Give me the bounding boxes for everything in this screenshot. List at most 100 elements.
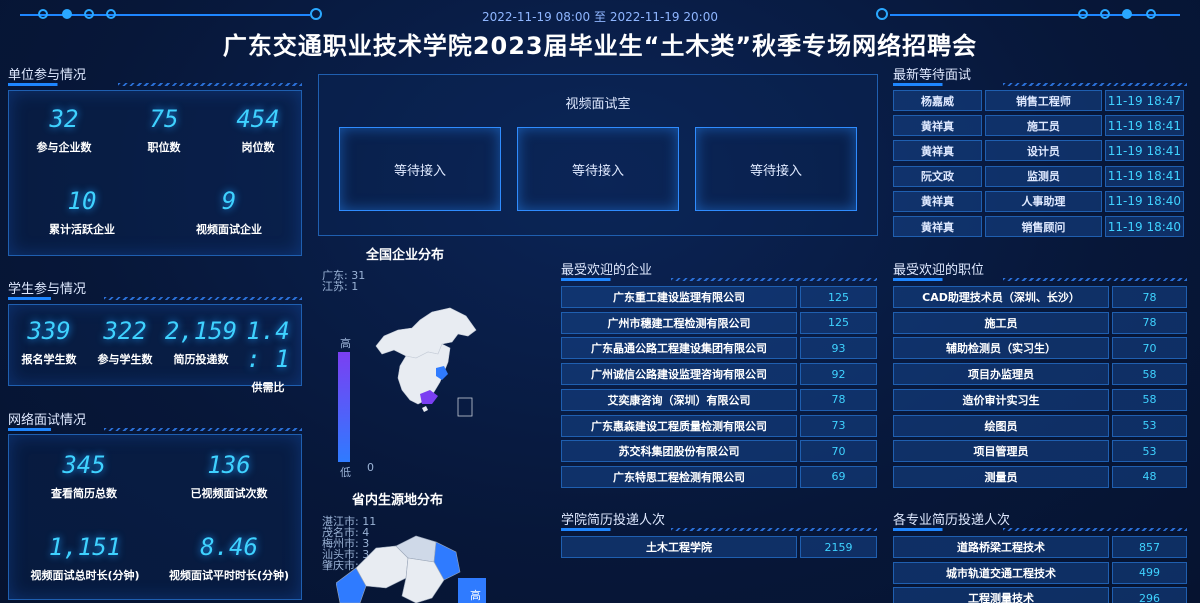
- national-map-title: 全国企业分布: [366, 248, 445, 263]
- waiting-row[interactable]: 杨嘉威 销售工程师 11-19 18:47: [893, 90, 1187, 111]
- company-row[interactable]: 广东重工建设监理有限公司 125: [561, 286, 877, 308]
- stat-video-companies: 9 视频面试企业: [196, 187, 262, 236]
- position-row-value: 48: [1112, 465, 1187, 488]
- position-row-name: 造价审计实习生: [893, 388, 1109, 411]
- company-row-value: 70: [800, 440, 877, 463]
- company-row-value: 93: [800, 337, 877, 360]
- company-row-name: 广州市穗建工程检测有限公司: [561, 311, 797, 334]
- major-row-name: 工程测量技术: [893, 587, 1109, 603]
- position-row[interactable]: 项目管理员 53: [893, 440, 1187, 463]
- company-row-value: 73: [800, 414, 877, 437]
- national-map-scale: [338, 352, 350, 462]
- scale-low-label: 低: [340, 466, 351, 479]
- stat-registered-students: 339 报名学生数: [21, 317, 77, 366]
- waiting-time: 11-19 18:41: [1104, 140, 1184, 162]
- position-row-value: 58: [1112, 363, 1187, 386]
- major-row[interactable]: 工程测量技术 296: [893, 587, 1187, 603]
- waiting-position: 设计员: [985, 140, 1102, 162]
- major-row[interactable]: 道路桥梁工程技术 857: [893, 536, 1187, 558]
- province-map-title: 省内生源地分布: [352, 493, 444, 508]
- video-slot-status: 等待接入: [393, 163, 446, 179]
- video-slot[interactable]: 等待接入: [695, 127, 857, 211]
- company-row-name: 广东惠森建设工程质量检测有限公司: [561, 414, 797, 437]
- company-row-name: 广东晶通公路工程建设集团有限公司: [561, 337, 797, 360]
- position-row[interactable]: 施工员 78: [893, 311, 1187, 334]
- waiting-name: 黄祥真: [893, 190, 983, 212]
- company-section-heading: 单位参与情况: [8, 64, 302, 86]
- popular-companies-heading: 最受欢迎的企业: [561, 259, 877, 281]
- company-row[interactable]: 广东惠森建设工程质量检测有限公司 73: [561, 414, 877, 437]
- waiting-time: 11-19 18:40: [1104, 216, 1184, 237]
- position-row[interactable]: 项目办监理员 58: [893, 363, 1187, 386]
- position-row-name: 项目管理员: [893, 440, 1109, 463]
- position-row-name: 项目办监理员: [893, 363, 1109, 386]
- scale-high-label: 高: [340, 337, 351, 350]
- waiting-name: 杨嘉威: [893, 90, 983, 111]
- waiting-row[interactable]: 阮文政 监测员 11-19 18:41: [893, 165, 1187, 187]
- waiting-position: 销售工程师: [985, 90, 1102, 111]
- waiting-name: 黄祥真: [893, 115, 983, 137]
- company-row-name: 广东特思工程检测有限公司: [561, 465, 797, 488]
- position-row-value: 53: [1112, 440, 1187, 463]
- waiting-row[interactable]: 黄祥真 设计员 11-19 18:41: [893, 140, 1187, 162]
- company-row[interactable]: 广东晶通公路工程建设集团有限公司 93: [561, 337, 877, 360]
- video-interview-room: 视频面试室 等待接入 等待接入 等待接入: [318, 74, 878, 236]
- company-row[interactable]: 广州市穗建工程检测有限公司 125: [561, 311, 877, 334]
- company-row-value: 69: [800, 465, 877, 488]
- major-row[interactable]: 城市轨道交通工程技术 499: [893, 561, 1187, 584]
- waiting-name: 黄祥真: [893, 216, 983, 237]
- waiting-time: 11-19 18:40: [1104, 190, 1184, 212]
- company-row-value: 78: [800, 388, 877, 411]
- waiting-time: 11-19 18:41: [1104, 165, 1184, 187]
- position-row-value: 53: [1112, 414, 1187, 437]
- waiting-row[interactable]: 黄祥真 施工员 11-19 18:41: [893, 115, 1187, 137]
- position-row[interactable]: CAD助理技术员（深圳、长沙） 78: [893, 286, 1187, 308]
- position-row[interactable]: 造价审计实习生 58: [893, 388, 1187, 411]
- position-row-value: 70: [1112, 337, 1187, 360]
- position-row[interactable]: 辅助检测员（实习生） 70: [893, 337, 1187, 360]
- waiting-time: 11-19 18:41: [1104, 115, 1184, 137]
- event-date-range: 2022-11-19 08:00 至 2022-11-19 20:00: [482, 10, 718, 24]
- position-row-value: 78: [1112, 311, 1187, 334]
- position-row[interactable]: 测量员 48: [893, 465, 1187, 488]
- position-row-name: CAD助理技术员（深圳、长沙）: [893, 286, 1109, 308]
- stat-video-interviews: 136 已视频面试次数: [190, 451, 268, 500]
- position-row-name: 测量员: [893, 465, 1109, 488]
- waiting-row[interactable]: 黄祥真 人事助理 11-19 18:40: [893, 190, 1187, 212]
- stat-total-interview-minutes: 1,151 视频面试总时长(分钟): [30, 533, 140, 582]
- stat-participating-students: 322 参与学生数: [97, 317, 153, 366]
- waiting-position: 施工员: [985, 115, 1102, 137]
- position-row[interactable]: 绘图员 53: [893, 414, 1187, 437]
- stat-post-count: 454 岗位数: [236, 105, 280, 154]
- waiting-name: 阮文政: [893, 165, 983, 187]
- company-row[interactable]: 艾奕康咨询（深圳）有限公司 78: [561, 388, 877, 411]
- stat-supply-demand-ratio: 1.4 : 1 供需比: [246, 317, 290, 394]
- video-room-title: 视频面试室: [565, 97, 631, 112]
- waiting-position: 销售顾问: [985, 216, 1102, 237]
- video-slot-status: 等待接入: [749, 163, 802, 179]
- company-row[interactable]: 广东特思工程检测有限公司 69: [561, 465, 877, 488]
- position-row-name: 绘图员: [893, 414, 1109, 437]
- position-row-value: 58: [1112, 388, 1187, 411]
- company-row[interactable]: 广州诚信公路建设监理咨询有限公司 92: [561, 363, 877, 386]
- company-row-name: 广州诚信公路建设监理咨询有限公司: [561, 363, 797, 386]
- video-slot[interactable]: 等待接入: [339, 127, 501, 211]
- waiting-time: 11-19 18:47: [1104, 90, 1184, 111]
- video-slot[interactable]: 等待接入: [517, 127, 679, 211]
- province-scale-high: 高: [470, 589, 481, 602]
- college-resume-row: 土木工程学院 2159: [561, 536, 877, 558]
- company-stats-panel: 32 参与企业数 75 职位数 454 岗位数 10 累计活跃企业 9 视频面试企业: [8, 90, 302, 256]
- company-row-name: 艾奕康咨询（深圳）有限公司: [561, 388, 797, 411]
- company-row-name: 苏交科集团股份有限公司: [561, 440, 797, 463]
- waiting-heading: 最新等待面试: [893, 64, 1187, 86]
- major-row-name: 道路桥梁工程技术: [893, 536, 1109, 558]
- guangdong-map: [336, 535, 486, 603]
- company-row-value: 125: [800, 286, 877, 308]
- student-stats-panel: 339 报名学生数 322 参与学生数 2,159 简历投递数 1.4 : 1 供需比: [8, 304, 302, 394]
- waiting-row[interactable]: 黄祥真 销售顾问 11-19 18:40: [893, 216, 1187, 237]
- company-row-value: 92: [800, 363, 877, 386]
- company-row[interactable]: 苏交科集团股份有限公司 70: [561, 440, 877, 463]
- stat-resumes-sent: 2,159 简历投递数: [164, 317, 238, 366]
- waiting-position: 人事助理: [985, 190, 1102, 212]
- major-row-value: 499: [1112, 561, 1187, 584]
